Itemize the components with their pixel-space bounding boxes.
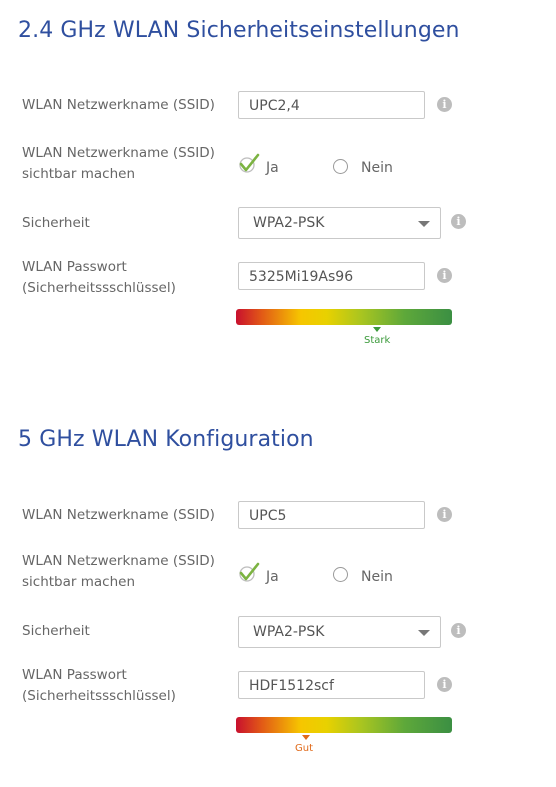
- password-input[interactable]: 5325Mi19As96: [238, 262, 425, 290]
- info-icon[interactable]: i: [437, 507, 452, 522]
- page-title: 2.4 GHz WLAN Sicherheitseinstellungen: [18, 18, 460, 43]
- visible-no-label[interactable]: Nein: [361, 569, 393, 585]
- ssid-input[interactable]: UPC5: [238, 501, 425, 529]
- ssid-input[interactable]: UPC2,4: [238, 91, 425, 119]
- ssid-visible-label-line2: sichtbar machen: [22, 574, 136, 590]
- info-icon[interactable]: i: [437, 268, 452, 283]
- password-label-line2: (Sicherheitssschlüssel): [22, 280, 176, 296]
- visible-no-radio[interactable]: [333, 567, 348, 582]
- strength-text: Gut: [295, 743, 314, 754]
- info-icon[interactable]: i: [437, 677, 452, 692]
- checkmark-icon[interactable]: [238, 152, 260, 174]
- strength-marker: [373, 327, 381, 332]
- info-icon[interactable]: i: [437, 97, 452, 112]
- ssid-label: WLAN Netzwerkname (SSID): [22, 507, 215, 523]
- visible-yes-label[interactable]: Ja: [266, 160, 279, 176]
- ssid-label: WLAN Netzwerkname (SSID): [22, 97, 215, 113]
- security-select-value: WPA2-PSK: [253, 624, 325, 640]
- security-select[interactable]: WPA2-PSK: [238, 207, 441, 239]
- password-input[interactable]: HDF1512scf: [238, 671, 425, 699]
- ssid-visible-label: WLAN Netzwerkname (SSID) sichtbar machen: [22, 143, 215, 185]
- ssid-visible-label: WLAN Netzwerkname (SSID) sichtbar machen: [22, 551, 215, 593]
- security-label: Sicherheit: [22, 215, 90, 231]
- info-icon[interactable]: i: [451, 623, 466, 638]
- password-label-line1: WLAN Passwort: [22, 259, 127, 275]
- password-strength-bar: [236, 717, 452, 733]
- ssid-visible-label-line2: sichtbar machen: [22, 166, 136, 182]
- checkmark-icon[interactable]: [238, 561, 260, 583]
- password-label-line2: (Sicherheitssschlüssel): [22, 688, 176, 704]
- security-select-value: WPA2-PSK: [253, 215, 325, 231]
- visible-yes-label[interactable]: Ja: [266, 569, 279, 585]
- password-label-line1: WLAN Passwort: [22, 667, 127, 683]
- password-label: WLAN Passwort (Sicherheitssschlüssel): [22, 665, 176, 707]
- visible-no-label[interactable]: Nein: [361, 160, 393, 176]
- security-label: Sicherheit: [22, 623, 90, 639]
- visible-no-radio[interactable]: [333, 159, 348, 174]
- password-strength-bar: [236, 309, 452, 325]
- security-select[interactable]: WPA2-PSK: [238, 616, 441, 648]
- strength-marker: [302, 735, 310, 740]
- chevron-down-icon: [418, 630, 430, 636]
- info-icon[interactable]: i: [451, 214, 466, 229]
- ssid-visible-label-line1: WLAN Netzwerkname (SSID): [22, 553, 215, 569]
- chevron-down-icon: [418, 221, 430, 227]
- password-label: WLAN Passwort (Sicherheitssschlüssel): [22, 257, 176, 299]
- strength-text: Stark: [364, 335, 391, 346]
- ssid-visible-label-line1: WLAN Netzwerkname (SSID): [22, 145, 215, 161]
- page-title: 5 GHz WLAN Konfiguration: [18, 427, 314, 452]
